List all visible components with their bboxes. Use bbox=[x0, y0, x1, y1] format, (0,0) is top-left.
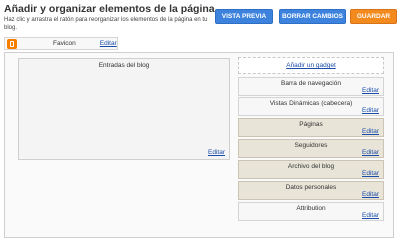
gadget-edit-link[interactable]: Editar bbox=[362, 107, 379, 114]
gadget-edit-link[interactable]: Editar bbox=[362, 191, 379, 198]
page-title: Añadir y organizar elementos de la págin… bbox=[4, 3, 215, 15]
gadget-blog-archive[interactable]: Archivo del blog Editar bbox=[238, 160, 384, 179]
gadget-label: Páginas bbox=[299, 121, 323, 128]
save-button[interactable]: GUARDAR bbox=[350, 9, 397, 24]
blog-posts-gadget[interactable]: Entradas del blog Editar bbox=[18, 58, 230, 160]
add-gadget-box[interactable]: Añadir un gadget bbox=[238, 57, 384, 74]
gadget-edit-link[interactable]: Editar bbox=[362, 128, 379, 135]
favicon-gadget[interactable]: Favicon Editar bbox=[4, 37, 118, 50]
blogger-icon bbox=[7, 38, 17, 49]
gadget-edit-link[interactable]: Editar bbox=[362, 212, 379, 219]
gadget-label: Attribution bbox=[296, 205, 326, 212]
gadget-label: Archivo del blog bbox=[287, 163, 335, 170]
page-subtitle: Haz clic y arrastra el ratón para reorga… bbox=[4, 17, 208, 31]
gadget-pages[interactable]: Páginas Editar bbox=[238, 118, 384, 137]
gadget-edit-link[interactable]: Editar bbox=[362, 170, 379, 177]
favicon-edit-link[interactable]: Editar bbox=[100, 40, 117, 47]
gadget-followers[interactable]: Seguidores Editar bbox=[238, 139, 384, 158]
gadget-dynamic-views-header[interactable]: Vistas Dinámicas (cabecera) Editar bbox=[238, 97, 384, 116]
gadget-edit-link[interactable]: Editar bbox=[362, 149, 379, 156]
clear-changes-button[interactable]: BORRAR CAMBIOS bbox=[279, 9, 346, 24]
preview-button[interactable]: VISTA PREVIA bbox=[215, 9, 273, 24]
gadget-label: Barra de navegación bbox=[281, 80, 341, 87]
gadget-label: Datos personales bbox=[285, 184, 337, 191]
gadget-attribution[interactable]: Attribution Editar bbox=[238, 202, 384, 221]
gadget-navbar[interactable]: Barra de navegación Editar bbox=[238, 77, 384, 96]
blog-posts-edit-link[interactable]: Editar bbox=[208, 149, 225, 156]
gadget-profile[interactable]: Datos personales Editar bbox=[238, 181, 384, 200]
gadget-edit-link[interactable]: Editar bbox=[362, 87, 379, 94]
gadget-label: Seguidores bbox=[294, 142, 328, 149]
blog-posts-label: Entradas del blog bbox=[98, 62, 150, 69]
favicon-label: Favicon bbox=[53, 40, 76, 47]
add-gadget-link[interactable]: Añadir un gadget bbox=[286, 62, 336, 69]
gadget-label: Vistas Dinámicas (cabecera) bbox=[269, 100, 353, 107]
